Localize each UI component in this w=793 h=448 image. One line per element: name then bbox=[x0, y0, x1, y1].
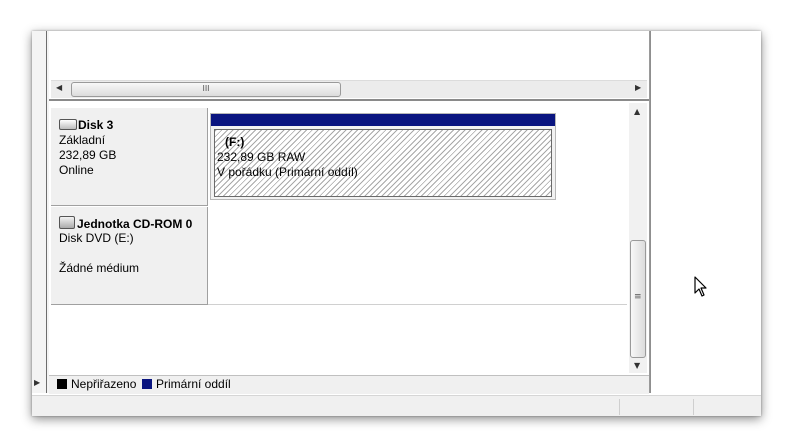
disk-status: Žádné médium bbox=[59, 261, 140, 275]
mouse-cursor-icon bbox=[694, 276, 707, 297]
disk-row: Jednotka CD-ROM 0 Disk DVD (E:) Žádné mé… bbox=[51, 207, 627, 305]
pane-divider bbox=[46, 31, 47, 393]
expand-arrow-icon[interactable]: ▶ bbox=[34, 378, 40, 387]
disk-list-pane: ◀ III ▶ Disk 3 Základní 232,89 GB Online bbox=[49, 31, 650, 394]
left-tree-pane-edge: ▶ bbox=[32, 31, 49, 393]
actions-pane bbox=[650, 31, 761, 393]
status-bar bbox=[32, 395, 761, 416]
unallocated-swatch bbox=[57, 379, 67, 389]
partition-size-fs: 232,89 GB RAW bbox=[217, 150, 306, 164]
hard-disk-icon bbox=[59, 119, 77, 130]
scroll-down-arrow-icon[interactable]: ▼ bbox=[634, 361, 640, 370]
vertical-scroll-thumb[interactable]: ≡ bbox=[630, 240, 646, 358]
horizontal-scroll-thumb[interactable]: III bbox=[71, 82, 341, 97]
volume-list-horizontal-scrollbar[interactable]: ◀ III ▶ bbox=[51, 80, 647, 98]
disk-type: Základní bbox=[59, 133, 106, 147]
scroll-right-arrow-icon[interactable]: ▶ bbox=[635, 83, 641, 92]
pane-splitter[interactable] bbox=[49, 99, 649, 101]
primary-partition-swatch bbox=[142, 379, 152, 389]
partition-label: (F:) bbox=[225, 135, 245, 149]
status-divider bbox=[619, 399, 620, 415]
partition-f[interactable]: (F:) 232,89 GB RAW V pořádku (Primární o… bbox=[210, 113, 556, 200]
cd-rom-icon bbox=[59, 216, 75, 229]
disk-name: Disk 3 bbox=[78, 118, 114, 132]
scroll-left-arrow-icon[interactable]: ◀ bbox=[56, 83, 62, 92]
legend-unallocated-label: Nepřiřazeno bbox=[71, 377, 137, 391]
legend-bar: Nepřiřazeno Primární oddíl bbox=[49, 375, 649, 394]
disk-status: Online bbox=[59, 163, 94, 177]
partition-area: (F:) 232,89 GB RAW V pořádku (Primární o… bbox=[208, 108, 627, 205]
disk-info-panel[interactable]: Jednotka CD-ROM 0 Disk DVD (E:) Žádné mé… bbox=[51, 207, 208, 305]
disk-list-vertical-scrollbar[interactable]: ▲ ≡ ▼ bbox=[629, 103, 647, 373]
disk-type: Disk DVD (E:) bbox=[59, 231, 134, 245]
scroll-grip-icon: III bbox=[202, 84, 210, 93]
scroll-up-arrow-icon[interactable]: ▲ bbox=[634, 107, 640, 116]
disk-name: Jednotka CD-ROM 0 bbox=[77, 217, 193, 231]
disk-row: Disk 3 Základní 232,89 GB Online (F:) 23… bbox=[51, 108, 627, 206]
disk-size: 232,89 GB bbox=[59, 148, 117, 162]
status-divider bbox=[693, 399, 694, 415]
partition-body[interactable]: (F:) 232,89 GB RAW V pořádku (Primární o… bbox=[214, 129, 552, 197]
partition-area bbox=[208, 207, 627, 305]
primary-partition-bar bbox=[211, 114, 555, 126]
disk-info-panel[interactable]: Disk 3 Základní 232,89 GB Online bbox=[51, 108, 208, 206]
disk-management-window: ▶ ◀ III ▶ Disk 3 Základní 232,89 GB Onli… bbox=[32, 31, 761, 416]
partition-status: V pořádku (Primární oddíl) bbox=[217, 165, 358, 179]
legend-primary-label: Primární oddíl bbox=[156, 377, 231, 391]
scroll-grip-icon: ≡ bbox=[634, 292, 642, 302]
